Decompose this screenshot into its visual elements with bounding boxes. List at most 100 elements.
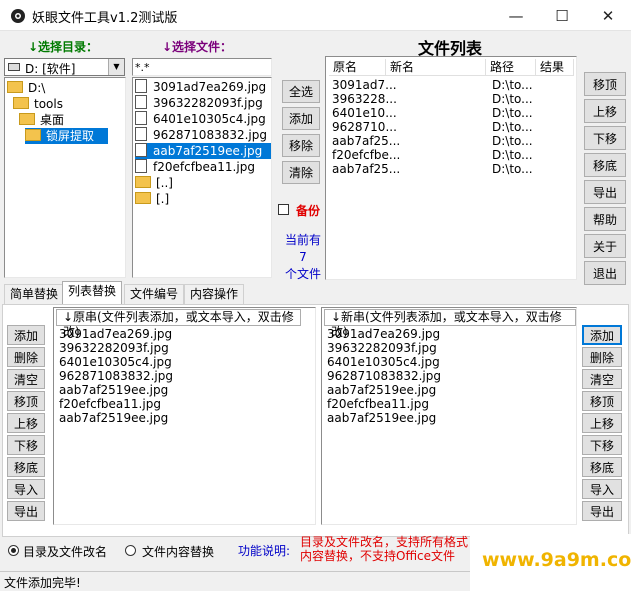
directory-tree[interactable]: D:\ tools 桌面 锁屏提取 <box>4 77 126 278</box>
right-move-down-button[interactable]: 下移 <box>582 435 622 455</box>
original-list-header[interactable]: ↓原串(文件列表添加，或文本导入，双击修改) <box>56 309 301 339</box>
drive-select[interactable]: D: [软件] ▼ <box>4 58 125 76</box>
add-files-button[interactable]: 添加 <box>282 107 320 130</box>
watermark-text: www.9a9m.com <box>482 549 631 571</box>
table-row[interactable]: 3091ad7... D:\to... <box>329 77 575 91</box>
column-result[interactable]: 结果 <box>536 59 574 76</box>
file-browser-item[interactable]: [.] <box>135 191 271 207</box>
new-string-list[interactable]: ↓新串(文件列表添加，或文本导入，双击修改) 3091ad7ea269.jpg 3… <box>321 307 577 525</box>
tree-node[interactable]: 桌面 <box>19 112 78 128</box>
right-move-up-button[interactable]: 上移 <box>582 413 622 433</box>
file-browser-item[interactable]: 39632282093f.jpg <box>135 95 271 111</box>
table-cell-path: D:\to... <box>492 106 533 119</box>
original-string-list[interactable]: ↓原串(文件列表添加，或文本导入，双击修改) 3091ad7ea269.jpg 3… <box>53 307 316 525</box>
list-item[interactable]: 962871083832.jpg <box>59 369 173 383</box>
clear-files-button[interactable]: 清除 <box>282 161 320 184</box>
mode-content-radio[interactable] <box>125 545 136 556</box>
list-item[interactable]: 962871083832.jpg <box>327 369 441 383</box>
folder-icon <box>7 81 23 93</box>
tree-node[interactable]: tools <box>13 96 77 112</box>
table-row[interactable]: 3963228... D:\to... <box>329 91 575 105</box>
table-row[interactable]: aab7af25... D:\to... <box>329 161 575 175</box>
file-browser-item[interactable]: 962871083832.jpg <box>135 127 271 143</box>
table-row[interactable]: aab7af25... D:\to... <box>329 133 575 147</box>
mode-rename-radio[interactable] <box>8 545 19 556</box>
file-browser-item[interactable]: 6401e10305c4.jpg <box>135 111 271 127</box>
list-item[interactable]: 3091ad7ea269.jpg <box>59 327 172 341</box>
tree-node[interactable]: D:\ <box>7 80 59 96</box>
right-export-button[interactable]: 导出 <box>582 501 622 521</box>
column-new-name[interactable]: 新名 <box>386 59 486 76</box>
new-list-header[interactable]: ↓新串(文件列表添加，或文本导入，双击修改) <box>324 309 576 339</box>
left-list-buttons: 添加 删除 清空 移顶 上移 下移 移底 导入 导出 <box>7 325 47 525</box>
column-path[interactable]: 路径 <box>486 59 536 76</box>
list-item[interactable]: aab7af2519ee.jpg <box>59 411 168 425</box>
list-item[interactable]: aab7af2519ee.jpg <box>327 411 436 425</box>
right-add-button[interactable]: 添加 <box>582 325 622 345</box>
list-item[interactable]: 6401e10305c4.jpg <box>327 355 440 369</box>
remove-files-button[interactable]: 移除 <box>282 134 320 157</box>
list-item[interactable]: f20efcfbea11.jpg <box>59 397 161 411</box>
list-item[interactable]: 39632282093f.jpg <box>59 341 169 355</box>
table-cell-path: D:\to... <box>492 134 533 147</box>
backup-checkbox[interactable] <box>278 204 289 215</box>
window-title: 妖眼文件工具v1.2测试版 <box>32 11 178 26</box>
list-item[interactable]: 3091ad7ea269.jpg <box>327 327 440 341</box>
list-item[interactable]: 6401e10305c4.jpg <box>59 355 172 369</box>
select-all-button[interactable]: 全选 <box>282 80 320 103</box>
file-table[interactable]: 原名 新名 路径 结果 3091ad7... D:\to... 3963228...… <box>325 56 577 280</box>
chevron-down-icon[interactable]: ▼ <box>108 59 124 75</box>
help-button[interactable]: 帮助 <box>584 207 626 231</box>
file-browser-item[interactable]: 3091ad7ea269.jpg <box>135 79 271 95</box>
left-add-button[interactable]: 添加 <box>7 325 45 345</box>
move-top-button[interactable]: 移顶 <box>584 72 626 96</box>
list-item[interactable]: f20efcfbea11.jpg <box>327 397 429 411</box>
right-move-top-button[interactable]: 移顶 <box>582 391 622 411</box>
maximize-button[interactable]: ☐ <box>539 0 585 31</box>
minimize-button[interactable]: — <box>493 0 539 31</box>
left-move-top-button[interactable]: 移顶 <box>7 391 45 411</box>
move-down-button[interactable]: 下移 <box>584 126 626 150</box>
tab-simple-replace[interactable]: 简单替换 <box>4 284 65 304</box>
right-import-button[interactable]: 导入 <box>582 479 622 499</box>
right-clear-button[interactable]: 清空 <box>582 369 622 389</box>
move-bottom-button[interactable]: 移底 <box>584 153 626 177</box>
column-original-name[interactable]: 原名 <box>329 59 386 76</box>
file-filter-input[interactable] <box>132 58 272 76</box>
file-browser-item[interactable]: [..] <box>135 175 271 191</box>
file-browser-item-label: aab7af2519ee.jpg <box>153 144 263 158</box>
mode-content-label[interactable]: 文件内容替换 <box>142 543 214 560</box>
tab-file-numbering[interactable]: 文件编号 <box>124 284 185 304</box>
exit-button[interactable]: 退出 <box>584 261 626 285</box>
left-move-bottom-button[interactable]: 移底 <box>7 457 45 477</box>
right-delete-button[interactable]: 删除 <box>582 347 622 367</box>
tab-content-ops[interactable]: 内容操作 <box>184 284 245 304</box>
right-move-bottom-button[interactable]: 移底 <box>582 457 622 477</box>
file-icon <box>135 79 147 93</box>
left-export-button[interactable]: 导出 <box>7 501 45 521</box>
table-row[interactable]: 6401e10... D:\to... <box>329 105 575 119</box>
mode-rename-label[interactable]: 目录及文件改名 <box>23 543 107 560</box>
list-item[interactable]: 39632282093f.jpg <box>327 341 437 355</box>
file-browser-item[interactable]: aab7af2519ee.jpg <box>135 143 271 159</box>
file-browser-item-label: [.] <box>156 192 170 206</box>
left-import-button[interactable]: 导入 <box>7 479 45 499</box>
table-cell-orig: aab7af25... <box>332 162 401 175</box>
export-button[interactable]: 导出 <box>584 180 626 204</box>
about-button[interactable]: 关于 <box>584 234 626 258</box>
file-browser-item[interactable]: f20efcfbea11.jpg <box>135 159 271 175</box>
list-item[interactable]: aab7af2519ee.jpg <box>59 383 168 397</box>
tree-node[interactable]: 锁屏提取 <box>25 128 109 144</box>
left-delete-button[interactable]: 删除 <box>7 347 45 367</box>
left-clear-button[interactable]: 清空 <box>7 369 45 389</box>
close-button[interactable]: ✕ <box>585 0 631 31</box>
move-up-button[interactable]: 上移 <box>584 99 626 123</box>
left-move-up-button[interactable]: 上移 <box>7 413 45 433</box>
backup-label: 备份 <box>296 204 321 218</box>
table-row[interactable]: f20efcfbe... D:\to... <box>329 147 575 161</box>
file-browser-list[interactable]: 3091ad7ea269.jpg 39632282093f.jpg 6401e103… <box>132 77 272 278</box>
list-item[interactable]: aab7af2519ee.jpg <box>327 383 436 397</box>
table-row[interactable]: 9628710... D:\to... <box>329 119 575 133</box>
left-move-down-button[interactable]: 下移 <box>7 435 45 455</box>
tab-list-replace[interactable]: 列表替换 <box>62 281 123 305</box>
